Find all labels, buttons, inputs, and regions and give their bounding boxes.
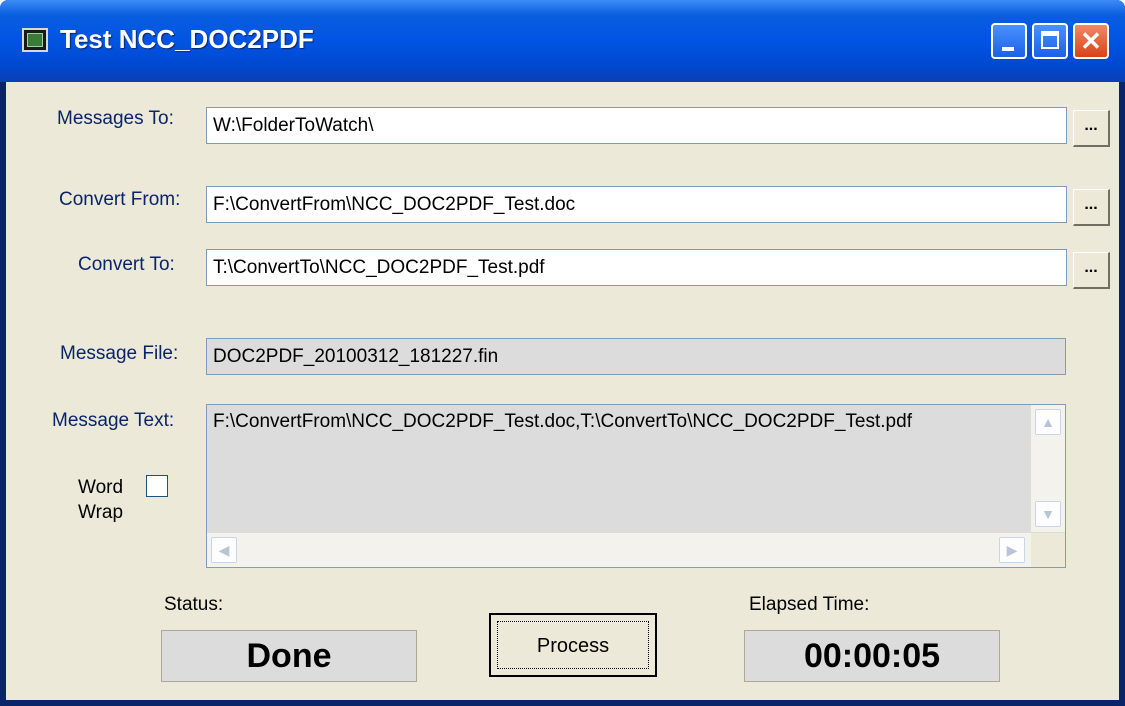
status-label: Status:	[164, 594, 224, 615]
convert-to-label: Convert To:	[78, 254, 175, 275]
minimize-button[interactable]	[991, 23, 1027, 59]
dialog-body: Messages To: W:\FolderToWatch\ ... Conve…	[6, 82, 1119, 700]
message-file-label: Message File:	[60, 343, 179, 364]
scroll-left-arrow-icon[interactable]: ◀	[211, 537, 237, 563]
messages-to-browse-button[interactable]: ...	[1073, 110, 1110, 147]
app-window-icon[interactable]	[22, 28, 48, 52]
messages-to-input[interactable]: W:\FolderToWatch\	[206, 107, 1067, 144]
convert-from-label: Convert From:	[59, 189, 181, 210]
message-text-area[interactable]: F:\ConvertFrom\NCC_DOC2PDF_Test.doc,T:\C…	[206, 404, 1066, 568]
convert-from-browse-button[interactable]: ...	[1073, 189, 1110, 226]
title-bar[interactable]: Test NCC_DOC2PDF ✕	[0, 0, 1125, 82]
process-button[interactable]: Process	[489, 613, 657, 677]
word-wrap-label-line2: Wrap	[78, 502, 124, 523]
word-wrap-checkbox[interactable]	[146, 475, 168, 497]
close-icon: ✕	[1080, 26, 1102, 56]
convert-to-input[interactable]: T:\ConvertTo\NCC_DOC2PDF_Test.pdf	[206, 249, 1067, 286]
message-text-label: Message Text:	[52, 410, 175, 431]
scrollbar-corner	[1031, 533, 1065, 567]
elapsed-time-value: 00:00:05	[744, 630, 1000, 682]
dialog-window: Test NCC_DOC2PDF ✕ Messages To: W:\Folde…	[0, 0, 1125, 706]
minimize-icon	[1002, 47, 1014, 51]
elapsed-time-label: Elapsed Time:	[749, 594, 870, 615]
vertical-scrollbar[interactable]: ▲ ▼	[1031, 405, 1065, 532]
process-button-label: Process	[497, 621, 649, 669]
messages-to-label: Messages To:	[57, 108, 174, 129]
convert-to-browse-button[interactable]: ...	[1073, 252, 1110, 289]
horizontal-scrollbar[interactable]: ◀ ▶	[207, 533, 1031, 567]
word-wrap-label-line1: Word	[78, 477, 124, 498]
scroll-right-arrow-icon[interactable]: ▶	[999, 537, 1025, 563]
close-button[interactable]: ✕	[1073, 23, 1109, 59]
scroll-down-arrow-icon[interactable]: ▼	[1035, 501, 1061, 527]
message-file-field: DOC2PDF_20100312_181227.fin	[206, 338, 1066, 375]
status-value: Done	[161, 630, 417, 682]
window-title: Test NCC_DOC2PDF	[60, 24, 314, 54]
scroll-up-arrow-icon[interactable]: ▲	[1035, 409, 1061, 435]
maximize-icon	[1041, 31, 1059, 49]
convert-from-input[interactable]: F:\ConvertFrom\NCC_DOC2PDF_Test.doc	[206, 186, 1067, 223]
maximize-button[interactable]	[1032, 23, 1068, 59]
message-text-content: F:\ConvertFrom\NCC_DOC2PDF_Test.doc,T:\C…	[213, 411, 912, 432]
